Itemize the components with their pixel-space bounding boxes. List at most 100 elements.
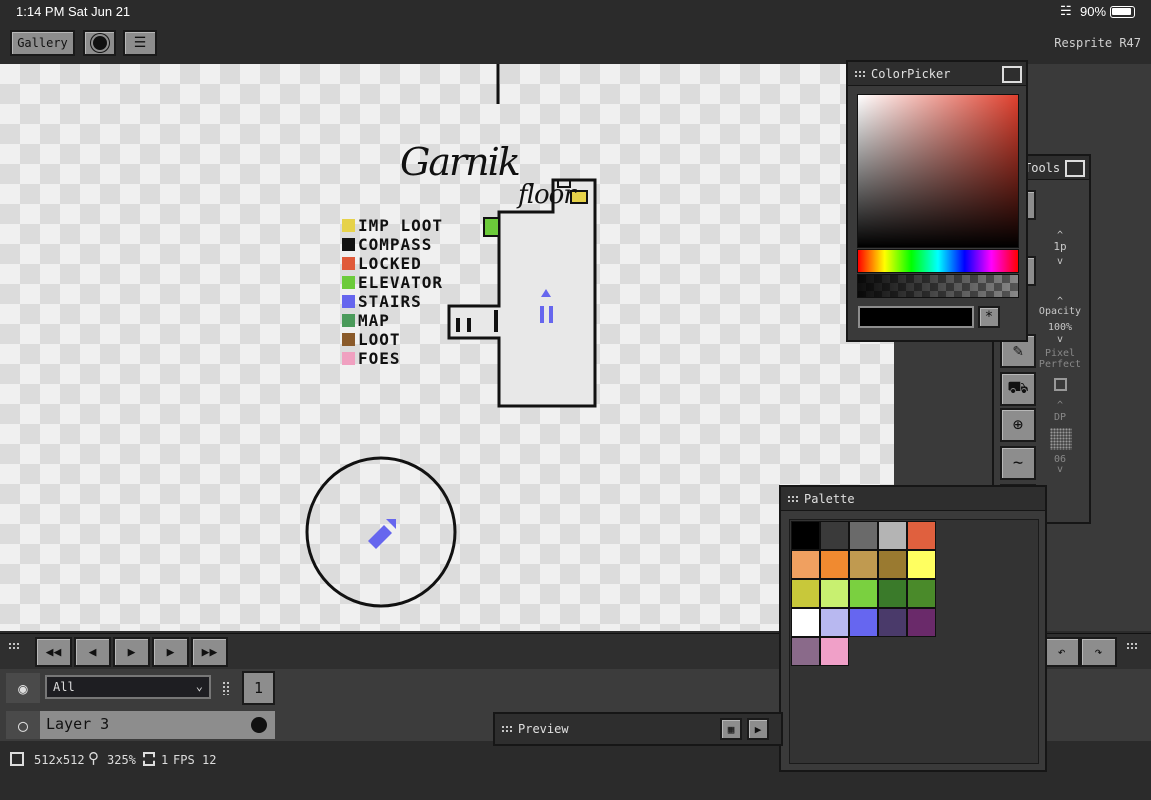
- legend-label: LOCKED: [358, 254, 422, 273]
- curve-tool-button[interactable]: ∼: [1000, 446, 1036, 480]
- eyedropper-button[interactable]: *: [978, 306, 1000, 328]
- layer-frame-cel[interactable]: [242, 711, 275, 739]
- settings-button[interactable]: [83, 30, 116, 56]
- first-frame-button[interactable]: ◀◀: [35, 637, 72, 667]
- zoom-level: 325%: [107, 753, 136, 767]
- palette-swatch[interactable]: [907, 550, 936, 579]
- colorpicker-title: ColorPicker: [871, 66, 951, 81]
- palette-swatch[interactable]: [820, 521, 849, 550]
- next-frame-button[interactable]: ▶: [152, 637, 189, 667]
- drag-grip-icon[interactable]: [222, 681, 231, 695]
- layer-lock-toggle[interactable]: ◯: [6, 711, 40, 739]
- undo-button[interactable]: ↶: [1043, 637, 1080, 667]
- palette-swatch[interactable]: [907, 608, 936, 637]
- palette-header[interactable]: Palette: [781, 487, 1045, 511]
- palette-swatch[interactable]: [878, 608, 907, 637]
- grid-icon: ▦: [727, 722, 735, 736]
- palette-swatch[interactable]: [849, 608, 878, 637]
- opacity-down-chevron[interactable]: v: [1032, 334, 1088, 345]
- drag-grip-icon[interactable]: [854, 69, 867, 78]
- legend-item: LOCKED: [342, 254, 443, 273]
- preview-play-button[interactable]: ▶: [747, 718, 769, 740]
- fill-tool-button[interactable]: ⛟: [1000, 372, 1036, 406]
- palette-swatch[interactable]: [849, 579, 878, 608]
- legend-swatch: [342, 314, 355, 327]
- legend-item: COMPASS: [342, 235, 443, 254]
- frame-count: 1: [161, 753, 169, 767]
- map-legend: IMP LOOT COMPASS LOCKED ELEVATOR STAIRS MAP LO…: [342, 216, 443, 368]
- legend-label: STAIRS: [358, 292, 422, 311]
- palette-swatch[interactable]: [820, 608, 849, 637]
- hue-slider[interactable]: [857, 249, 1019, 273]
- legend-item: ELEVATOR: [342, 273, 443, 292]
- saturation-value-field[interactable]: [857, 94, 1019, 248]
- palette-swatch[interactable]: [791, 521, 820, 550]
- legend-item: STAIRS: [342, 292, 443, 311]
- palette-swatch[interactable]: [820, 637, 849, 666]
- panel-menu-icon[interactable]: [1065, 160, 1085, 177]
- size-down-chevron[interactable]: v: [1032, 256, 1088, 267]
- legend-item: LOOT: [342, 330, 443, 349]
- map-subtitle: floor: [518, 180, 576, 210]
- sliders-icon: ☰: [133, 35, 147, 51]
- undo-icon: ↶: [1057, 644, 1066, 660]
- redo-button[interactable]: ↷: [1080, 637, 1117, 667]
- colorpicker-header[interactable]: ColorPicker: [848, 62, 1026, 86]
- legend-swatch: [342, 276, 355, 289]
- legend-swatch: [342, 238, 355, 251]
- layer-row[interactable]: Layer 3: [40, 711, 242, 739]
- battery-icon: [1110, 6, 1135, 18]
- prev-frame-button[interactable]: ◀: [74, 637, 111, 667]
- palette-swatch[interactable]: [907, 521, 936, 550]
- drag-grip-icon[interactable]: [8, 642, 21, 650]
- palette-swatch[interactable]: [791, 550, 820, 579]
- battery-percent: 90%: [1080, 4, 1107, 19]
- drag-grip-icon[interactable]: [787, 494, 800, 503]
- legend-swatch: [342, 295, 355, 308]
- palette-swatch[interactable]: [820, 579, 849, 608]
- tools-panel-title: Tools: [1024, 160, 1061, 175]
- pencil-icon: ✎: [1012, 341, 1024, 361]
- panel-menu-icon[interactable]: [1002, 66, 1022, 83]
- play-button[interactable]: ▶: [113, 637, 150, 667]
- layer-filter-select[interactable]: All ⌄: [45, 675, 211, 699]
- cel-dot-icon: [250, 717, 267, 733]
- gallery-button[interactable]: Gallery: [10, 30, 75, 56]
- canvas-dimensions: 512x512: [34, 753, 85, 767]
- visibility-toggle[interactable]: ◉: [6, 673, 40, 703]
- frame-cell-header[interactable]: 1: [242, 671, 275, 705]
- palette-swatch[interactable]: [791, 608, 820, 637]
- pixel-perfect-checkbox[interactable]: [1054, 378, 1067, 391]
- palette-swatch[interactable]: [878, 579, 907, 608]
- legend-label: MAP: [358, 311, 390, 330]
- palette-swatch[interactable]: [878, 550, 907, 579]
- drawing-canvas[interactable]: Garnik floor IMP LOOT COMPASS LOCKED ELEVAT…: [0, 64, 894, 631]
- palette-swatch[interactable]: [849, 550, 878, 579]
- legend-label: COMPASS: [358, 235, 433, 254]
- layer-filter-value: All: [53, 680, 75, 694]
- canvas-size-icon: [10, 752, 24, 766]
- frame-number: 1: [253, 679, 264, 697]
- move-tool-button[interactable]: ⊕: [1000, 408, 1036, 442]
- date: Sat Jun 21: [68, 4, 131, 19]
- skip-end-icon: ▶▶: [201, 644, 218, 660]
- redo-icon: ↷: [1094, 644, 1103, 660]
- alpha-slider[interactable]: [857, 274, 1019, 298]
- drag-grip-icon[interactable]: [1126, 642, 1139, 650]
- hex-input[interactable]: [858, 306, 974, 328]
- fps-value: 12: [202, 753, 217, 767]
- palette-swatch[interactable]: [878, 521, 907, 550]
- dp-up-chevron[interactable]: ^: [1032, 400, 1088, 411]
- palette-swatch[interactable]: [791, 637, 820, 666]
- dither-pattern-icon[interactable]: [1050, 428, 1072, 450]
- drag-grip-icon[interactable]: [501, 725, 514, 733]
- adjustments-button[interactable]: ☰: [123, 30, 157, 56]
- preview-grid-button[interactable]: ▦: [720, 718, 742, 740]
- palette-swatch[interactable]: [907, 579, 936, 608]
- last-frame-button[interactable]: ▶▶: [191, 637, 228, 667]
- dp-down-chevron[interactable]: v: [1032, 464, 1088, 475]
- palette-swatch[interactable]: [820, 550, 849, 579]
- palette-swatch[interactable]: [791, 579, 820, 608]
- step-back-icon: ◀: [88, 644, 97, 660]
- palette-swatch[interactable]: [849, 521, 878, 550]
